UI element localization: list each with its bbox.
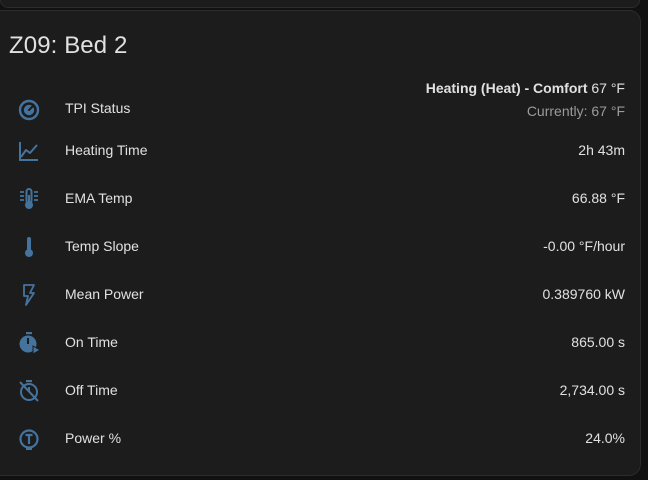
entity-label: EMA Temp (65, 190, 133, 206)
chart-line-icon (17, 139, 41, 163)
entity-label: Power % (65, 430, 122, 446)
tpi-current-temp: Currently: 67 °F (526, 103, 625, 119)
entity-value: 66.88 °F (571, 190, 625, 206)
percent-dial-icon (17, 427, 41, 451)
entity-value: 865.00 s (571, 334, 625, 350)
card-title: Z09: Bed 2 (9, 32, 128, 59)
previous-card (0, 0, 640, 8)
entity-value: 24.0% (585, 430, 625, 446)
entity-value: 2h 43m (578, 142, 625, 158)
thermometer-lines-icon (17, 187, 41, 211)
entity-value: -0.00 °F/hour (543, 238, 625, 254)
entity-row-off-time[interactable]: Off Time 2,734.00 s (0, 371, 648, 411)
thermostat-dial-icon (17, 98, 41, 122)
entity-row-tpi-status[interactable]: TPI Status Heating (Heat) - Comfort 67 °… (0, 78, 648, 126)
entity-label: Mean Power (65, 286, 144, 302)
entity-row-temp-slope[interactable]: Temp Slope -0.00 °F/hour (0, 227, 648, 267)
entity-label: Off Time (65, 382, 118, 398)
thermometer-icon (17, 235, 41, 259)
entity-row-power-percent[interactable]: Power % 24.0% (0, 419, 648, 459)
entity-value: 0.389760 kW (542, 286, 626, 302)
entity-label: Temp Slope (65, 238, 139, 254)
flash-outline-icon (17, 283, 41, 307)
timer-play-icon (17, 331, 41, 355)
entity-row-on-time[interactable]: On Time 865.00 s (0, 323, 648, 363)
entity-label: On Time (65, 334, 118, 350)
timer-off-icon (17, 379, 41, 403)
tpi-status-mode: Heating (Heat) - Comfort (425, 80, 588, 96)
entity-label: TPI Status (65, 100, 131, 116)
entity-row-ema-temp[interactable]: EMA Temp 66.88 °F (0, 179, 648, 219)
tpi-status-temp: 67 °F (591, 80, 625, 96)
entity-label: Heating Time (65, 142, 148, 158)
entity-row-mean-power[interactable]: Mean Power 0.389760 kW (0, 275, 648, 315)
tpi-status-value: Heating (Heat) - Comfort 67 °F (426, 80, 625, 96)
entity-value: 2,734.00 s (559, 382, 625, 398)
entity-row-heating-time[interactable]: Heating Time 2h 43m (0, 131, 648, 171)
